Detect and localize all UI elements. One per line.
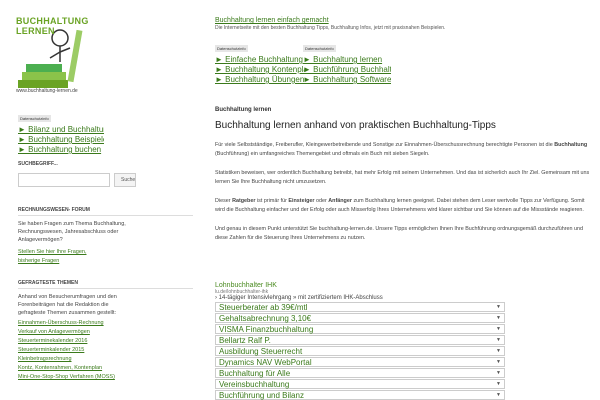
ad-link-row[interactable]: Dynamics NAV WebPortal ▼ [215, 357, 505, 367]
header-links-left: Datenschutzinfo ► Einfache Buchhaltung ►… [215, 37, 305, 85]
ad-link-row[interactable]: Steuerberater ab 39€/mtl ▼ [215, 302, 505, 312]
breadcrumb: Buchhaltung lernen [215, 107, 272, 113]
privacy-info-tag[interactable]: Datenschutzinfo [303, 45, 336, 52]
logo-url: www.buchhaltung-lernen.de [16, 88, 78, 94]
sidebar-link[interactable]: ► Buchhaltung Beispiele [18, 135, 104, 145]
header-links-right: Datenschutzinfo ► Buchhaltung lernen ► B… [303, 37, 391, 85]
topic-link[interactable]: Verkauf von Anlagevermögen [18, 328, 193, 337]
search-input[interactable] [18, 173, 110, 187]
forum-previous-link[interactable]: bisherige Fragen [18, 257, 193, 266]
paragraph-guide: Dieser Ratgeber ist primär für Einsteige… [215, 198, 585, 213]
chevron-down-icon: ▼ [496, 326, 501, 332]
forum-heading: RECHNUNGSWESEN- FORUM [18, 207, 193, 216]
sidebar-link[interactable]: ► Buchhaltung buchen [18, 145, 104, 155]
ad-link-row[interactable]: Ausbildung Steuerrecht ▼ [215, 346, 505, 356]
privacy-info-tag[interactable]: Datenschutzinfo [215, 45, 248, 52]
main-content: Buchhaltung lernen Buchhaltung lernen an… [215, 107, 590, 243]
chevron-down-icon: ▼ [496, 392, 501, 398]
chevron-down-icon: ▼ [496, 337, 501, 343]
topic-link[interactable]: Kontz, Kontenrahmen, Kontenplan [18, 364, 193, 373]
header-link[interactable]: ► Einfache Buchhaltung [215, 55, 305, 65]
header-link[interactable]: ► Buchführung Buchhalt [303, 65, 391, 75]
search-button[interactable]: Suche [114, 173, 136, 187]
logo-title: BUCHHALTUNG LERNEN [16, 16, 89, 36]
chevron-down-icon: ▼ [496, 381, 501, 387]
topics-heading: GEFRAGTESTE THEMEN [18, 280, 193, 289]
chevron-down-icon: ▼ [496, 348, 501, 354]
paragraph-support: Und genau in diesem Punkt unterstützt Si… [215, 226, 583, 241]
sidebar: Datenschutzinfo ► Bilanz und Buchhaltun … [18, 107, 193, 382]
sidebar-link[interactable]: ► Bilanz und Buchhaltun [18, 125, 104, 135]
topics-list: Einnahmen-Überschuss-Rechnung Verkauf vo… [18, 319, 193, 382]
header-link[interactable]: ► Buchhaltung lernen [303, 55, 391, 65]
ad-link-row[interactable]: Vereinsbuchhaltung ▼ [215, 379, 505, 389]
forum-ask-link[interactable]: Stellen Sie hier Ihre Fragen, [18, 248, 193, 257]
search-row: Suche [18, 173, 193, 187]
paragraph-intro: Für viele Selbstständige, Freiberufler, … [215, 142, 588, 157]
tagline-subtitle: Die Internetseite mit den besten Buchhal… [215, 25, 446, 31]
chevron-down-icon: ▼ [496, 359, 501, 365]
ad-block: Lohnbuchhalter IHK lu.de/lohnbuchhalter-… [215, 282, 505, 400]
ad-link-row[interactable]: Buchführung und Bilanz ▼ [215, 390, 505, 400]
topic-link[interactable]: Einnahmen-Überschuss-Rechnung [18, 319, 193, 328]
ad-link-row[interactable]: Buchhaltung für Alle ▼ [215, 368, 505, 378]
header-link[interactable]: ► Buchhaltung Kontenpla [215, 65, 305, 75]
forum-text: Sie haben Fragen zum Thema Buchhaltung, … [18, 221, 126, 243]
chevron-down-icon: ▼ [496, 304, 501, 310]
chevron-down-icon: ▼ [496, 370, 501, 376]
search-heading: SUCHBEGRIFF... [18, 161, 58, 167]
page-title: Buchhaltung lernen anhand von praktische… [215, 120, 496, 131]
sidebar-link-block: Datenschutzinfo ► Bilanz und Buchhaltun … [18, 107, 104, 155]
topic-link[interactable]: Steuerterminkalender 2015 [18, 346, 193, 355]
header-link[interactable]: ► Buchhaltung Software [303, 75, 391, 85]
header-link[interactable]: ► Buchhaltung Übungen [215, 75, 305, 85]
paragraph-statistics: Statistiken beweisen, wer ordentlich Buc… [215, 170, 590, 185]
topic-link[interactable]: Kleinbetragsrechnung [18, 355, 193, 364]
ad-link-row[interactable]: VISMA Finanzbuchhaltung ▼ [215, 324, 505, 334]
privacy-info-tag[interactable]: Datenschutzinfo [18, 115, 51, 122]
ad-link-row[interactable]: Bellartz Ralf P. ▼ [215, 335, 505, 345]
chevron-down-icon: ▼ [496, 315, 501, 321]
topics-text: Anhand von Besucherumfragen und den Fore… [18, 294, 117, 316]
topic-link[interactable]: Steuertermine​kalender 2016 [18, 337, 193, 346]
ad-headline[interactable]: Lohnbuchhalter IHK [215, 282, 505, 289]
tagline-link[interactable]: Buchhaltung lernen einfach gemacht [215, 17, 329, 24]
ad-link-row[interactable]: Gehaltsabrechnung 3,10€ ▼ [215, 313, 505, 323]
forum-links: Stellen Sie hier Ihre Fragen, bisherige … [18, 248, 193, 266]
topic-link[interactable]: Mini-One-Stop-Shop Verfahren (MOSS) [18, 373, 193, 382]
ad-description: › 14-tägiger Intensivlehrgang » mit zert… [215, 295, 383, 301]
